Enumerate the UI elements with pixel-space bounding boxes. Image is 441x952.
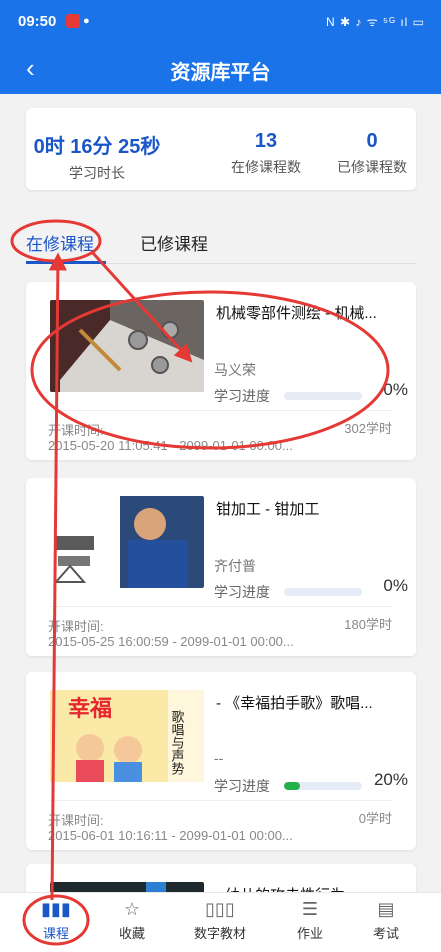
course-title: 钳加工 - 钳加工 xyxy=(216,501,320,518)
course-thumbnail xyxy=(50,300,204,392)
course-title: - 《幸福拍手歌》歌唱... xyxy=(216,695,373,712)
page-title: 资源库平台 xyxy=(170,62,271,84)
stat-value: 0时 16分 25秒 xyxy=(33,136,161,158)
progress-value: 0% xyxy=(383,576,408,595)
bottom-navigation: ▮▮▮ 课程 ☆ 收藏 ▯▯▯ 数字教材 ☰ 作业 ▤ 考试 xyxy=(0,892,441,952)
course-hours: 180学时 xyxy=(344,617,392,632)
stat-in-progress-count: 13 在修课程数 xyxy=(206,130,326,177)
nav-label: 课程 xyxy=(42,926,69,941)
progress-value: 0% xyxy=(383,380,408,399)
card-divider xyxy=(50,800,392,801)
stat-label: 已修课程数 xyxy=(337,159,407,175)
stat-label: 在修课程数 xyxy=(231,159,301,175)
notification-icons: ● xyxy=(66,14,90,28)
progress-label: 学习进度 xyxy=(214,584,270,600)
nav-courses[interactable]: ▮▮▮ 课程 xyxy=(16,899,96,942)
nav-label: 数字教材 xyxy=(193,926,246,941)
tab-completed[interactable]: 已修课程 xyxy=(140,230,208,255)
course-card[interactable]: 钳加工 - 钳加工 齐付普 学习进度 0% 开课时间: 2015-05-25 1… xyxy=(26,478,416,656)
open-time-range: 2015-05-20 11:05:41 - 2099-01-01 00:00..… xyxy=(48,438,293,453)
books-icon: ▮▮▮ xyxy=(41,899,71,919)
open-time-label: 开课时间: xyxy=(48,813,104,828)
course-teacher: -- xyxy=(214,750,224,766)
stat-value: 13 xyxy=(254,130,278,152)
nav-label: 考试 xyxy=(372,926,399,941)
open-time-label: 开课时间: xyxy=(48,619,104,634)
app-notification-icon xyxy=(66,14,80,28)
course-teacher: 马义荣 xyxy=(214,362,256,378)
open-time-range: 2015-06-01 10:16:11 - 2099-01-01 00:00..… xyxy=(48,828,293,843)
status-bar: 09:50 ● N ✱ ♪ ᯤ ⁵ᴳ ıl ▭ xyxy=(0,0,441,44)
thumb-title-text: 幸福 xyxy=(68,696,112,722)
card-divider xyxy=(50,410,392,411)
stat-study-time: 0时 16分 25秒 学习时长 xyxy=(32,130,162,183)
stat-label: 学习时长 xyxy=(69,165,125,181)
exam-icon: ▤ xyxy=(377,899,395,919)
stats-card: 0时 16分 25秒 学习时长 13 在修课程数 0 已修课程数 xyxy=(26,108,416,190)
status-time: 09:50 xyxy=(18,13,57,30)
progress-bar xyxy=(284,782,362,790)
nav-label: 作业 xyxy=(296,926,323,941)
progress-fill xyxy=(284,782,300,790)
stat-value: 0 xyxy=(366,130,378,152)
course-card[interactable]: 机械零部件测绘 - 机械... 马义荣 学习进度 0% 开课时间: 2015-0… xyxy=(26,282,416,460)
course-hours: 302学时 xyxy=(344,421,392,436)
course-tabs: 在修课程 已修课程 xyxy=(26,228,416,264)
card-divider xyxy=(50,606,392,607)
progress-value: 20% xyxy=(373,770,408,789)
progress-bar xyxy=(284,588,362,596)
bookshelf-icon: ▯▯▯ xyxy=(205,899,235,919)
star-icon: ☆ xyxy=(123,899,141,919)
course-thumbnail xyxy=(50,496,204,588)
course-thumbnail: 幸福 歌唱与声势 xyxy=(50,690,204,782)
progress-bar xyxy=(284,392,362,400)
course-title: 机械零部件测绘 - 机械... xyxy=(216,305,377,322)
tab-in-progress[interactable]: 在修课程 xyxy=(26,230,94,255)
app-bar: ‹ 资源库平台 xyxy=(0,44,441,94)
nav-digital-textbooks[interactable]: ▯▯▯ 数字教材 xyxy=(180,899,260,942)
course-hours: 0学时 xyxy=(358,811,392,826)
course-teacher: 齐付普 xyxy=(214,558,256,574)
homework-icon: ☰ xyxy=(301,899,319,919)
course-card[interactable]: 幸福 歌唱与声势 - 《幸福拍手歌》歌唱... -- 学习进度 20% 开课时间… xyxy=(26,672,416,850)
thumb-side-text: 歌唱与声势 xyxy=(169,710,185,776)
nav-exams[interactable]: ▤ 考试 xyxy=(346,899,426,942)
system-status-icons: N ✱ ♪ ᯤ ⁵ᴳ ıl ▭ xyxy=(326,15,425,29)
progress-label: 学习进度 xyxy=(214,388,270,404)
tab-active-indicator xyxy=(26,261,106,264)
nav-label: 收藏 xyxy=(118,926,145,941)
progress-label: 学习进度 xyxy=(214,778,270,794)
nav-favorites[interactable]: ☆ 收藏 xyxy=(92,899,172,942)
nav-homework[interactable]: ☰ 作业 xyxy=(270,899,350,942)
open-time-label: 开课时间: xyxy=(48,423,104,438)
stat-completed-count: 0 已修课程数 xyxy=(326,130,418,177)
open-time-range: 2015-05-25 16:00:59 - 2099-01-01 00:00..… xyxy=(48,634,294,649)
